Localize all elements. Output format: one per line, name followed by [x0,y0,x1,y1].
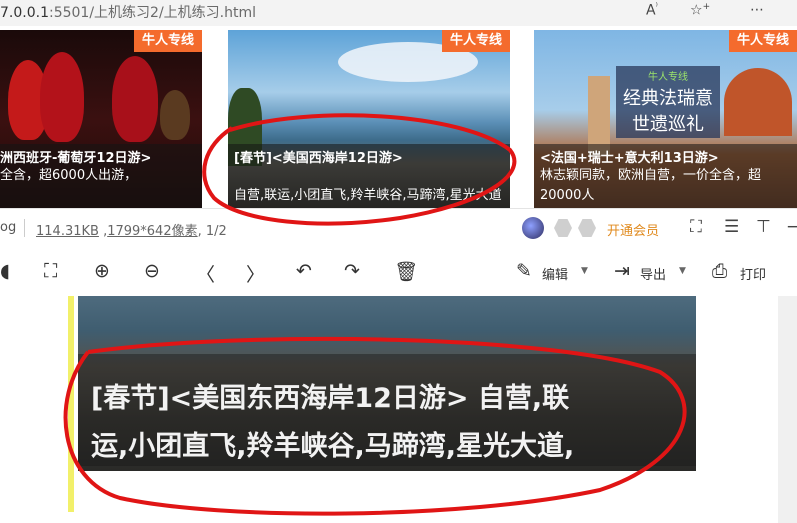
tour-title[interactable]: <法国+瑞士+意大利13日游> [540,147,793,166]
next-icon[interactable]: 〉 [246,260,265,287]
tour-title[interactable]: 洲西班牙-葡萄牙12日游> [0,147,198,166]
vip-link[interactable]: 开通会员 [607,220,659,239]
preview-text-line-2: 运,小团直飞,羚羊峡谷,马蹄湾,星光大道, [91,431,575,462]
tour-desc: 全含，超6000人出游， [0,168,138,183]
tour-card-europe[interactable]: 牛人专线 经典法瑞意 世遗巡礼 牛人专线 <法国+瑞士+意大利13日游> 林志颖… [534,30,797,208]
page-indicator: , 1/2 [197,224,227,239]
image-dimensions: 1799*642像素 [107,224,198,239]
mouse-icon[interactable]: ◖ [0,260,10,282]
niuren-badge: 牛人专线 [441,30,510,52]
tour-desc: 林志颖同款，欧洲自营，一价全含，超20000人 [540,168,762,203]
logo-text: 牛人专线 [648,72,688,83]
hexagon-badge-icon [554,219,572,237]
export-button[interactable]: 导出 [640,264,666,283]
edit-button[interactable]: 编辑 [542,264,568,283]
edit-icon[interactable]: ✎ [516,260,532,282]
chevron-down-icon[interactable]: ▼ [581,266,588,276]
delete-icon[interactable]: 🗑 [394,260,418,283]
previous-icon[interactable]: 〈 [196,260,215,287]
tour-title[interactable]: [春节]<美国西海岸12日游> [234,147,506,166]
chevron-down-icon[interactable]: ▼ [679,266,686,276]
menu-icon[interactable]: ☰ [724,217,739,237]
niuren-badge: 牛人专线 [728,30,797,52]
file-extension: og [0,220,17,235]
image-viewer-infobar: og 114.31KB ,1799*642像素, 1/2 开通会员 ⛶ ☰ ⊤ … [0,208,797,247]
menu-dots-icon[interactable]: ⋯ [750,2,764,18]
export-icon[interactable]: ⇥ [614,260,630,282]
tour-desc: 自营,联运,小团直飞,羚羊峡谷,马蹄湾,星光大道 [234,188,502,203]
url-path: :5501/上机练习2/上机练习.html [48,5,257,21]
travel-cards-row: 牛人专线 洲西班牙-葡萄牙12日游> 全含，超6000人出游， 牛人专线 [春节… [0,26,797,208]
fullscreen-icon[interactable]: ⛶ [690,217,702,237]
tour-card-spain[interactable]: 牛人专线 洲西班牙-葡萄牙12日游> 全含，超6000人出游， [0,30,202,208]
zoom-in-icon[interactable]: ⊕ [94,260,110,282]
print-button[interactable]: 打印 [740,264,766,283]
add-favorite-icon[interactable]: ☆+ [690,2,710,19]
tour-card-usa[interactable]: 牛人专线 [春节]<美国西海岸12日游> 自营,联运,小团直飞,羚羊峡谷,马蹄湾… [228,30,510,208]
file-meta: 114.31KB ,1799*642像素, 1/2 [36,224,227,239]
image-caption-1: 经典法瑞意 [623,88,713,109]
image-viewer-toolbar: ◖ ⛶ ⊕ ⊖ 〈 〉 ↶ ↷ 🗑 ✎ 编辑 ▼ ⇥ 导出 ▼ ⎙ 打印 [0,246,797,296]
print-icon[interactable]: ⎙ [712,260,727,282]
fit-screen-icon[interactable]: ⛶ [44,260,57,282]
s-badge-icon [578,219,596,237]
read-aloud-icon[interactable]: A⁾ [646,2,658,19]
address-bar[interactable]: 7.0.0.1:5501/上机练习2/上机练习.html [0,2,256,22]
url-host: 7.0.0.1 [0,5,49,21]
zoom-out-icon[interactable]: ⊖ [144,260,160,282]
rotate-left-icon[interactable]: ↶ [296,260,312,282]
niuren-badge: 牛人专线 [133,30,202,52]
file-size: 114.31KB [36,224,99,239]
rotate-right-icon[interactable]: ↷ [344,260,360,282]
preview-text-line-1: [春节]<美国东西海岸12日游> 自营,联 [91,383,570,414]
minimize-icon[interactable]: − [786,217,797,237]
pin-icon[interactable]: ⊤ [756,217,771,237]
image-preview: [春节]<美国东西海岸12日游> 自营,联 运,小团直飞,羚羊峡谷,马蹄湾,星光… [0,296,797,523]
avatar[interactable] [522,217,544,239]
image-caption-2: 世遗巡礼 [632,114,704,135]
browser-toolbar: 7.0.0.1:5501/上机练习2/上机练习.html A⁾ ☆+ ⋯ [0,0,797,26]
